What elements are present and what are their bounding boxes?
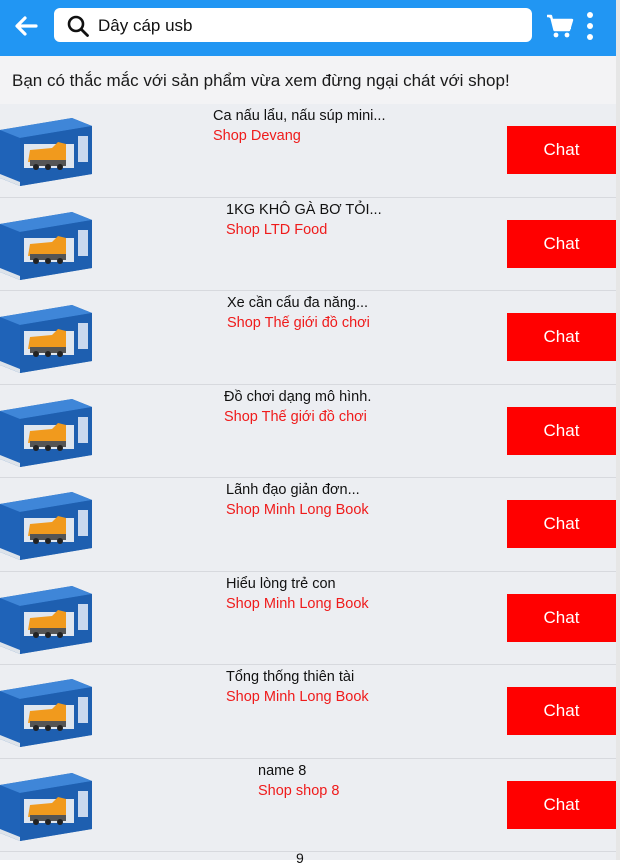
shop-name[interactable]: Shop LTD Food: [226, 221, 327, 239]
list-item[interactable]: name 8 Shop shop 8 Chat: [0, 759, 616, 852]
shop-name[interactable]: Shop Minh Long Book: [226, 595, 369, 613]
list-item[interactable]: Hiểu lòng trẻ con Shop Minh Long Book Ch…: [0, 572, 616, 665]
search-value: Dây cáp usb: [98, 16, 193, 35]
product-name[interactable]: Đồ chơi dạng mô hình.: [224, 388, 371, 406]
chat-button[interactable]: Chat: [507, 593, 616, 642]
list-item[interactable]: Ca nấu lẩu, nấu súp mini... Shop Devang …: [0, 104, 616, 198]
product-thumbnail: [0, 398, 92, 467]
shop-name[interactable]: Shop Thế giới đồ chơi: [224, 408, 367, 426]
chat-button[interactable]: Chat: [507, 687, 616, 735]
chat-button[interactable]: Chat: [507, 126, 616, 174]
product-name[interactable]: Tổng thống thiên tài: [226, 668, 354, 686]
chat-button[interactable]: Chat: [507, 500, 616, 548]
shop-name[interactable]: Shop Minh Long Book: [226, 501, 369, 519]
list-item[interactable]: Lãnh đạo giản đơn... Shop Minh Long Book…: [0, 478, 616, 572]
product-name[interactable]: Hiểu lòng trẻ con: [226, 575, 336, 593]
list-item[interactable]: Đồ chơi dạng mô hình. Shop Thế giới đồ c…: [0, 385, 616, 478]
chat-button[interactable]: Chat: [507, 406, 616, 455]
notice-text: Bạn có thắc mắc với sản phẩm vừa xem đừn…: [12, 71, 510, 90]
chat-button[interactable]: Chat: [507, 313, 616, 361]
shop-name[interactable]: Shop shop 8: [258, 782, 339, 800]
list-item[interactable]: Xe cần cẩu đa năng... Shop Thế giới đồ c…: [0, 291, 616, 385]
product-thumbnail: [0, 492, 92, 560]
product-thumbnail: [0, 118, 92, 186]
chat-notice: Bạn có thắc mắc với sản phẩm vừa xem đừn…: [0, 56, 616, 106]
product-thumbnail: [0, 305, 92, 373]
product-thumbnail: [0, 772, 92, 841]
product-name[interactable]: 1KG KHÔ GÀ BƠ TỎI...: [226, 201, 382, 219]
product-thumbnail: [0, 679, 92, 747]
product-name[interactable]: name 8: [258, 762, 306, 780]
product-list: Ca nấu lẩu, nấu súp mini... Shop Devang …: [0, 104, 616, 860]
product-name[interactable]: Ca nấu lẩu, nấu súp mini...: [213, 107, 386, 125]
more-vertical-icon: [587, 12, 593, 40]
product-name[interactable]: Lãnh đạo giản đơn...: [226, 481, 360, 499]
list-item[interactable]: 1KG KHÔ GÀ BƠ TỎI... Shop LTD Food Chat: [0, 198, 616, 291]
chat-button[interactable]: Chat: [507, 219, 616, 268]
search-icon: [67, 15, 89, 37]
product-thumbnail: [0, 211, 92, 280]
more-options-button[interactable]: [580, 9, 600, 43]
search-input[interactable]: Dây cáp usb: [54, 8, 532, 42]
chat-button[interactable]: Chat: [507, 780, 616, 829]
shop-name[interactable]: Shop Minh Long Book: [226, 688, 369, 706]
app-header: Dây cáp usb: [0, 0, 616, 56]
partial-item-name: 9: [296, 850, 304, 866]
scrollbar[interactable]: [616, 0, 620, 860]
product-name[interactable]: Xe cần cẩu đa năng...: [227, 294, 368, 312]
list-item[interactable]: Tổng thống thiên tài Shop Minh Long Book…: [0, 665, 616, 759]
product-thumbnail: [0, 585, 92, 654]
arrow-left-icon: [15, 16, 38, 36]
shop-name[interactable]: Shop Thế giới đồ chơi: [227, 314, 370, 332]
back-button[interactable]: [10, 10, 42, 42]
shop-name[interactable]: Shop Devang: [213, 127, 301, 145]
cart-button[interactable]: [544, 10, 576, 42]
cart-icon: [547, 14, 574, 38]
